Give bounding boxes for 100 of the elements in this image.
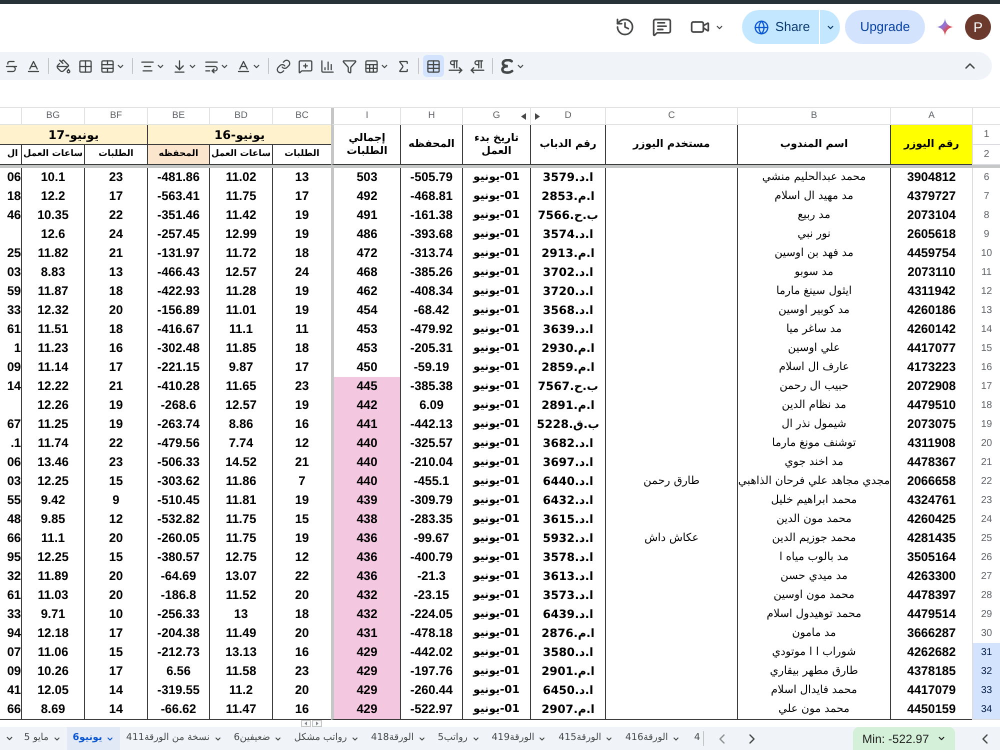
triangle-right-icon[interactable]	[535, 112, 540, 120]
row-header[interactable]: 33	[972, 681, 1000, 701]
scroll-left-icon[interactable]	[301, 720, 311, 726]
row-header[interactable]: 15	[972, 339, 1000, 359]
row-header[interactable]: 13	[972, 301, 1000, 321]
table-cell: -532.82	[147, 510, 209, 530]
upgrade-button[interactable]: Upgrade	[845, 10, 925, 44]
row-header[interactable]: 16	[972, 358, 1000, 378]
row-header[interactable]: 25	[972, 529, 1000, 549]
filter-views-icon	[364, 58, 379, 74]
row-header[interactable]: 10	[972, 244, 1000, 264]
table-cell: -466.43	[147, 263, 209, 283]
comment-icon[interactable]	[652, 17, 672, 37]
sheet-tab[interactable]: يونيو6	[66, 727, 120, 750]
table-cell: 18	[84, 282, 147, 302]
summary-button[interactable]: Min: -522.97	[853, 727, 955, 750]
sparkle-icon[interactable]	[936, 18, 954, 36]
table-cell: 7	[272, 472, 331, 492]
row-header[interactable]: 27	[972, 567, 1000, 587]
row-header[interactable]: 20	[972, 434, 1000, 454]
sheet-tab[interactable]: الورقة418	[364, 727, 432, 750]
sheet-tab[interactable]: 4	[686, 727, 704, 750]
table-cell: 01-يونيو	[462, 263, 530, 283]
row-header[interactable]: 34	[972, 700, 1000, 720]
row-header[interactable]: 7	[972, 187, 1000, 207]
sheet-tab[interactable]: مايو 5	[18, 727, 67, 750]
table-cell: -263.74	[147, 415, 209, 435]
row-header[interactable]: 1	[972, 125, 1000, 145]
table-cell: 7.74	[209, 434, 272, 454]
sheet-tab[interactable]: رواتب5	[432, 727, 486, 750]
table-cell: 2073110	[890, 263, 972, 283]
sheet-tab[interactable]: الورقة416	[619, 727, 686, 750]
row-header[interactable]: 22	[972, 472, 1000, 492]
row-header[interactable]: 29	[972, 605, 1000, 625]
sheet-tab[interactable]: رواتب مشكل	[288, 727, 365, 750]
sheet-direction-button[interactable]	[423, 55, 444, 77]
add-comment-icon	[298, 58, 313, 74]
table-cell: 13.13	[209, 643, 272, 663]
row-header[interactable]: 18	[972, 396, 1000, 416]
table-cell: 11.23	[21, 339, 84, 359]
row-header[interactable]: 14	[972, 320, 1000, 340]
row-header[interactable]: 12	[972, 282, 1000, 302]
table-cell: -385.26	[400, 263, 462, 283]
sheet-tab[interactable]: نسخة من الورقة411	[120, 727, 228, 750]
table-cell: 01-يونيو	[462, 586, 530, 606]
sheet-tab[interactable]: ضعيفين6	[228, 727, 288, 750]
table-cell: ا.د.3574	[530, 225, 605, 245]
table-cell: ا.د.3702	[530, 263, 605, 283]
row-header[interactable]: 19	[972, 415, 1000, 435]
table-cell: 4478367	[890, 453, 972, 473]
avatar[interactable]: P	[965, 14, 991, 40]
table-cell: -161.38	[400, 206, 462, 226]
caret-icon	[350, 734, 359, 742]
sheet-tab[interactable]: الورقة415	[552, 727, 620, 750]
table-cell: 472	[331, 244, 400, 264]
table-cell: ا.د.3639	[530, 320, 605, 340]
column-letter: G	[492, 108, 500, 123]
row-header[interactable]: 21	[972, 453, 1000, 473]
table-cell: ا.د.3697	[530, 453, 605, 473]
table-cell: -221.15	[147, 358, 209, 378]
table-cell: ا.م.2876	[530, 624, 605, 644]
table-cell: 468	[331, 263, 400, 283]
row-header[interactable]: 31	[972, 643, 1000, 663]
row-header[interactable]: 9	[972, 225, 1000, 245]
header-cell: ساعات العمل	[21, 145, 84, 165]
row-header[interactable]: 23	[972, 491, 1000, 511]
chart-icon	[320, 58, 335, 74]
table-cell: 431	[331, 624, 400, 644]
sheet-tab[interactable]: الورقة419	[486, 727, 552, 750]
table-cell: -416.67	[147, 320, 209, 340]
table-cell: 01-يونيو	[462, 605, 530, 625]
row-header[interactable]: 2	[972, 145, 1000, 165]
table-cell: 441	[331, 415, 400, 435]
table-cell: 12.22	[21, 377, 84, 397]
row-header[interactable]: 17	[972, 377, 1000, 397]
table-cell: 4173223	[890, 358, 972, 378]
table-cell: ب.ح.7566	[530, 206, 605, 226]
table-cell: 18	[272, 605, 331, 625]
table-cell: 2073104	[890, 206, 972, 226]
triangle-left-icon[interactable]	[520, 112, 526, 120]
history-icon[interactable]	[615, 17, 636, 37]
row-header[interactable]: 30	[972, 624, 1000, 644]
row-header[interactable]: 24	[972, 510, 1000, 530]
table-cell: 11.85	[209, 339, 272, 359]
scroll-right-icon[interactable]	[312, 720, 322, 726]
table-cell: 2605618	[890, 225, 972, 245]
row-header[interactable]: 8	[972, 206, 1000, 226]
table-cell: 19	[272, 206, 331, 226]
row-header[interactable]: 28	[972, 586, 1000, 606]
table-cell: 14	[84, 681, 147, 701]
table-cell: -257.45	[147, 225, 209, 245]
table-cell: ب.ق.5228	[530, 415, 605, 435]
table-cell: 4324761	[890, 491, 972, 511]
row-header[interactable]: 32	[972, 662, 1000, 682]
header-cell: تاريخ بدء العمل	[462, 125, 530, 165]
table-cell: 10.35	[21, 206, 84, 226]
share-button[interactable]: Share	[742, 10, 819, 44]
caret-icon[interactable]	[5, 734, 14, 743]
row-header[interactable]: 11	[972, 263, 1000, 283]
row-header[interactable]: 26	[972, 548, 1000, 568]
